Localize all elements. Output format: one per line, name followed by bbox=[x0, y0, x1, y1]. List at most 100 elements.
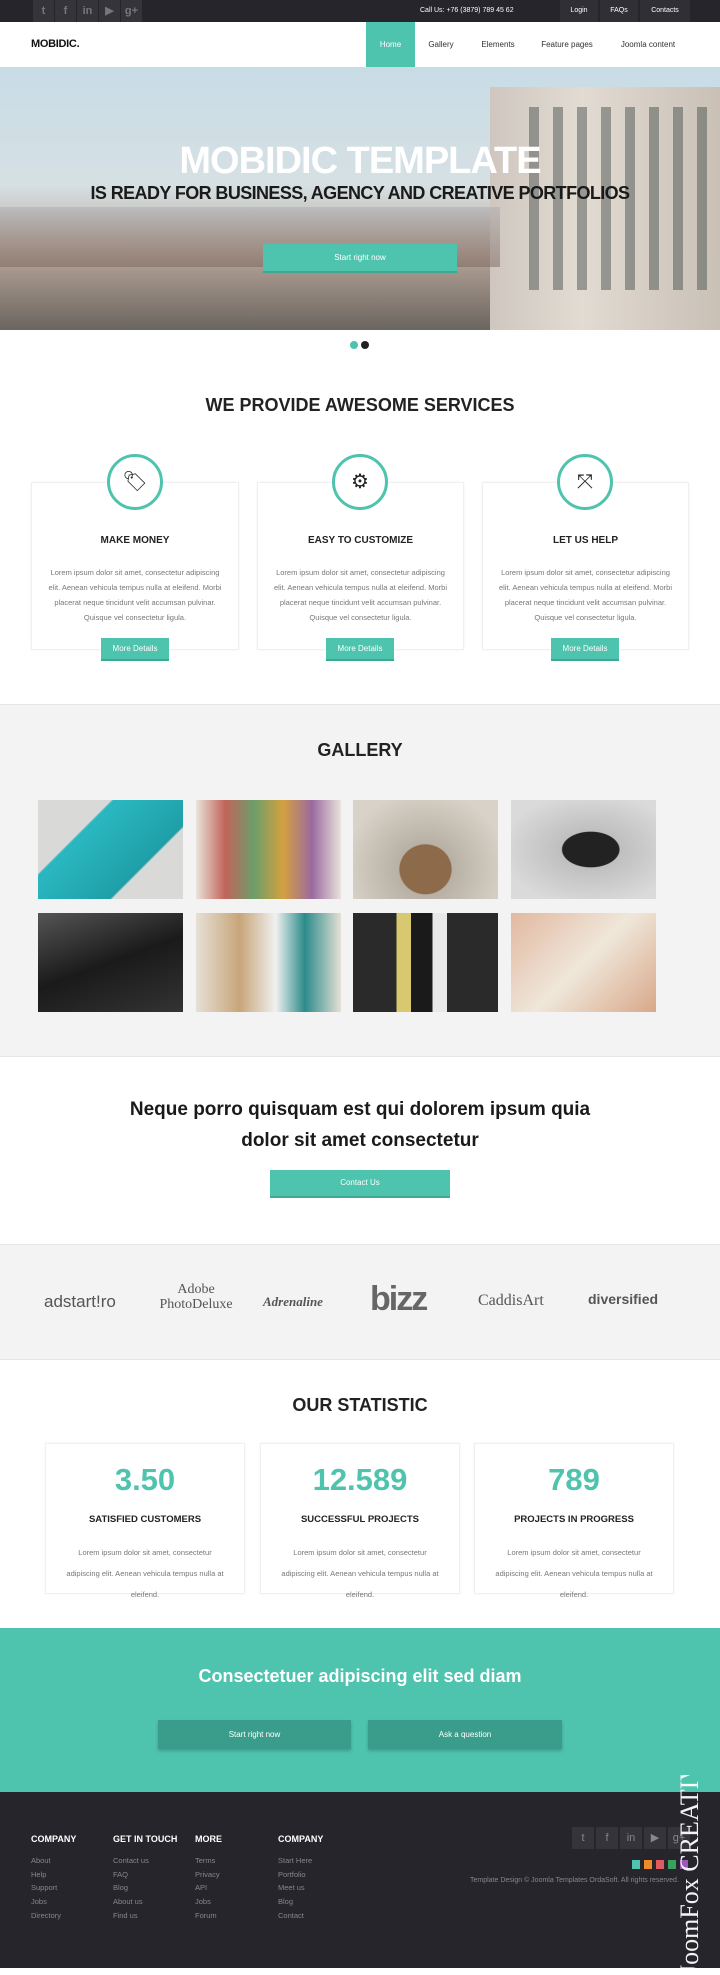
service-title: LET US HELP bbox=[552, 535, 618, 546]
facebook-icon[interactable]: f bbox=[596, 1827, 618, 1849]
banner-title: Consectetuer adipiscing elit sed diam bbox=[198, 1666, 522, 1686]
cta-line-2: dolor sit amet consectetur bbox=[241, 1130, 479, 1151]
footer-column-1: About Help Support Jobs Directory bbox=[31, 1854, 61, 1923]
contacts-link[interactable]: Contacts bbox=[640, 0, 690, 22]
color-swatch-red[interactable] bbox=[656, 1860, 664, 1869]
service-text: Lorem ipsum dolor sit amet, consectetur … bbox=[498, 568, 673, 622]
cta-text: Neque porro quisquam est qui dolorem ips… bbox=[0, 1094, 720, 1156]
login-link[interactable]: Login bbox=[560, 0, 598, 22]
hero-subtitle: IS READY FOR BUSINESS, AGENCY AND CREATI… bbox=[90, 183, 631, 203]
footer-link[interactable]: Support bbox=[31, 1881, 61, 1895]
footer-link[interactable]: Terms bbox=[195, 1854, 220, 1868]
partner-logo-diversified[interactable]: diversified bbox=[588, 1291, 658, 1307]
service-title: MAKE MONEY bbox=[100, 535, 170, 546]
partner-logo-adstart[interactable]: adstart!ro bbox=[44, 1292, 116, 1312]
cta-line-1: Neque porro quisquam est qui dolorem ips… bbox=[129, 1099, 591, 1120]
partner-logo-bizz[interactable]: bizz bbox=[370, 1280, 428, 1319]
nav-joomla-content[interactable]: Joomla content bbox=[612, 22, 684, 67]
youtube-icon[interactable]: ▶ bbox=[99, 0, 120, 22]
promo-banner: Consectetuer adipiscing elit sed diam St… bbox=[0, 1628, 720, 1792]
slide-dot-2[interactable] bbox=[361, 341, 369, 349]
partner-logo-adobe-photodeluxe[interactable]: Adobe PhotoDeluxe bbox=[156, 1282, 236, 1312]
color-swatch-orange[interactable] bbox=[644, 1860, 652, 1869]
footer-heading: MORE bbox=[195, 1834, 222, 1844]
ask-a-question-button[interactable]: Ask a question bbox=[368, 1720, 562, 1749]
logo[interactable]: MOBIDIC. bbox=[31, 22, 80, 67]
footer-link[interactable]: API bbox=[195, 1881, 220, 1895]
footer-link[interactable]: Find us bbox=[113, 1909, 149, 1923]
nav-gallery[interactable]: Gallery bbox=[420, 22, 462, 67]
partner-logo-adrenaline[interactable]: Adrenaline bbox=[263, 1294, 323, 1310]
nav-home[interactable]: Home bbox=[366, 22, 415, 67]
phone-number: Call Us: +76 (3879) 789 45 62 bbox=[420, 7, 514, 14]
footer-heading: GET IN TOUCH bbox=[113, 1834, 178, 1844]
twitter-icon[interactable]: t bbox=[572, 1827, 594, 1849]
gallery-image[interactable] bbox=[353, 800, 498, 899]
partner-logo-caddisart[interactable]: CaddisArt bbox=[478, 1292, 544, 1310]
footer-heading: COMPANY bbox=[31, 1834, 77, 1844]
footer-heading: COMPANY bbox=[278, 1834, 324, 1844]
footer-column-3: Terms Privacy API Jobs Forum bbox=[195, 1854, 220, 1923]
hero-background-building bbox=[490, 87, 720, 330]
main-nav: MOBIDIC. Home Gallery Elements Feature p… bbox=[0, 22, 720, 67]
hero-title: MOBIDIC TEMPLATE bbox=[179, 140, 541, 182]
stat-text: Lorem ipsum dolor sit amet, consectetur … bbox=[495, 1548, 653, 1599]
footer-link[interactable]: Contact bbox=[278, 1909, 312, 1923]
stat-value: 789 bbox=[548, 1462, 600, 1497]
footer-link[interactable]: Jobs bbox=[31, 1895, 61, 1909]
gallery-image[interactable] bbox=[511, 800, 656, 899]
stat-card: 789 PROJECTS IN PROGRESS Lorem ipsum dol… bbox=[474, 1443, 674, 1599]
gallery-image[interactable] bbox=[511, 913, 656, 1012]
footer-link[interactable]: Jobs bbox=[195, 1895, 220, 1909]
contact-us-button[interactable]: Contact Us bbox=[270, 1170, 450, 1198]
footer-link[interactable]: About bbox=[31, 1854, 61, 1868]
top-bar: t f in ▶ g+ Call Us: +76 (3879) 789 45 6… bbox=[0, 0, 720, 22]
stat-text: Lorem ipsum dolor sit amet, consectetur … bbox=[281, 1548, 439, 1599]
service-title: EASY TO CUSTOMIZE bbox=[307, 535, 414, 546]
more-details-button[interactable]: More Details bbox=[101, 638, 169, 661]
footer-link[interactable]: Forum bbox=[195, 1909, 220, 1923]
footer-link[interactable]: Directory bbox=[31, 1909, 61, 1923]
gallery-image[interactable] bbox=[196, 800, 341, 899]
footer-link[interactable]: Meet us bbox=[278, 1881, 312, 1895]
footer-column-4: Start Here Portfolio Meet us Blog Contact bbox=[278, 1854, 312, 1923]
nav-feature-pages[interactable]: Feature pages bbox=[533, 22, 601, 67]
footer-link[interactable]: Blog bbox=[278, 1895, 312, 1909]
footer-link[interactable]: FAQ bbox=[113, 1868, 149, 1882]
more-details-button[interactable]: More Details bbox=[326, 638, 394, 661]
linkedin-icon[interactable]: in bbox=[77, 0, 98, 22]
color-swatch-teal[interactable] bbox=[632, 1860, 640, 1869]
google-plus-icon[interactable]: g+ bbox=[121, 0, 142, 22]
slide-dot-1[interactable] bbox=[350, 341, 358, 349]
more-details-button[interactable]: More Details bbox=[551, 638, 619, 661]
stats-title: OUR STATISTIC bbox=[292, 1395, 428, 1415]
gallery-title: GALLERY bbox=[317, 740, 403, 760]
footer-link[interactable]: About us bbox=[113, 1895, 149, 1909]
twitter-icon[interactable]: t bbox=[33, 0, 54, 22]
stat-label: SATISFIED CUSTOMERS bbox=[88, 1514, 202, 1525]
gallery-image[interactable] bbox=[353, 913, 498, 1012]
footer-link[interactable]: Blog bbox=[113, 1881, 149, 1895]
footer-link[interactable]: Help bbox=[31, 1868, 61, 1882]
linkedin-icon[interactable]: in bbox=[620, 1827, 642, 1849]
gallery-image[interactable] bbox=[38, 800, 183, 899]
service-text: Lorem ipsum dolor sit amet, consectetur … bbox=[273, 568, 448, 622]
footer-link[interactable]: Contact us bbox=[113, 1854, 149, 1868]
footer-link[interactable]: Start Here bbox=[278, 1854, 312, 1868]
faqs-link[interactable]: FAQs bbox=[600, 0, 638, 22]
joomfox-watermark: JoomFox CREATIVE WEB STUDIO bbox=[675, 1775, 704, 1975]
start-right-now-button[interactable]: Start right now bbox=[158, 1720, 351, 1749]
tags-icon: 🏷 bbox=[107, 454, 163, 510]
stat-text: Lorem ipsum dolor sit amet, consectetur … bbox=[66, 1548, 224, 1599]
footer-link[interactable]: Privacy bbox=[195, 1868, 220, 1882]
footer-link[interactable]: Portfolio bbox=[278, 1868, 312, 1882]
stat-card: 12.589 SUCCESSFUL PROJECTS Lorem ipsum d… bbox=[260, 1443, 460, 1599]
gallery-image[interactable] bbox=[196, 913, 341, 1012]
stat-value: 3.50 bbox=[114, 1462, 176, 1497]
start-right-now-button[interactable]: Start right now bbox=[263, 244, 457, 273]
expand-arrows-icon: ⤧ bbox=[557, 454, 613, 510]
facebook-icon[interactable]: f bbox=[55, 0, 76, 22]
nav-elements[interactable]: Elements bbox=[472, 22, 524, 67]
youtube-icon[interactable]: ▶ bbox=[644, 1827, 666, 1849]
gallery-image[interactable] bbox=[38, 913, 183, 1012]
